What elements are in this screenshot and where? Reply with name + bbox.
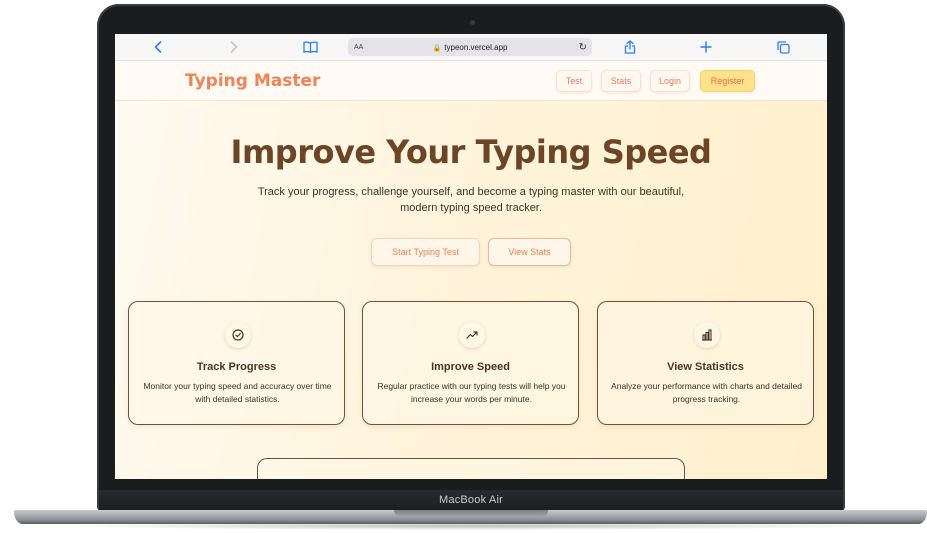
bookmarks-icon[interactable]: [302, 38, 318, 56]
tabs-icon[interactable]: [776, 38, 790, 56]
forward-icon[interactable]: [227, 38, 241, 56]
hero-title: Improve Your Typing Speed: [230, 133, 712, 171]
site-header: Typing Master Test Stats Login Register: [115, 61, 827, 101]
browser-toolbar: AA 🔒 typeon.vercel.app ↻: [115, 34, 827, 61]
reload-icon[interactable]: ↻: [579, 42, 587, 53]
check-circle-icon: [225, 322, 251, 348]
nav-register-button[interactable]: Register: [700, 70, 755, 92]
url-text: typeon.vercel.app: [444, 42, 508, 52]
camera: [470, 20, 475, 25]
screen: AA 🔒 typeon.vercel.app ↻ Typing Master Te…: [115, 34, 827, 479]
bar-chart-icon: [694, 322, 720, 348]
back-icon[interactable]: [151, 38, 165, 56]
feature-card-track-progress: Track Progress Monitor your typing speed…: [128, 301, 345, 425]
feature-card-view-statistics: View Statistics Analyze your performance…: [597, 301, 814, 425]
url-display: 🔒 typeon.vercel.app: [348, 43, 592, 52]
feature-title: View Statistics: [667, 361, 744, 373]
nav-login-button[interactable]: Login: [650, 70, 690, 92]
page: Typing Master Test Stats Login Register …: [115, 61, 827, 479]
laptop-base-notch: [394, 510, 548, 517]
start-typing-test-button[interactable]: Start Typing Test: [371, 238, 480, 266]
feature-title: Improve Speed: [431, 361, 510, 373]
feature-description: Regular practice with our typing tests w…: [377, 381, 566, 404]
hero-subtitle: Track your progress, challenge yourself,…: [257, 186, 685, 214]
new-tab-icon[interactable]: [699, 38, 713, 56]
share-icon[interactable]: [623, 38, 637, 56]
feature-description: Monitor your typing speed and accuracy o…: [143, 381, 332, 404]
nav-stats-button[interactable]: Stats: [601, 70, 641, 92]
content-panel: [257, 458, 685, 479]
trending-up-icon: [459, 322, 485, 348]
feature-description: Analyze your performance with charts and…: [611, 381, 802, 404]
feature-title: Track Progress: [196, 361, 277, 373]
nav-test-button[interactable]: Test: [556, 70, 592, 92]
address-bar[interactable]: AA 🔒 typeon.vercel.app ↻: [348, 38, 592, 56]
text-size-button[interactable]: AA: [354, 44, 363, 51]
view-stats-button[interactable]: View Stats: [488, 238, 571, 266]
site-logo[interactable]: Typing Master: [185, 71, 320, 91]
feature-card-improve-speed: Improve Speed Regular practice with our …: [362, 301, 579, 425]
lock-icon: 🔒: [432, 44, 442, 52]
device-label: MacBook Air: [439, 494, 503, 506]
